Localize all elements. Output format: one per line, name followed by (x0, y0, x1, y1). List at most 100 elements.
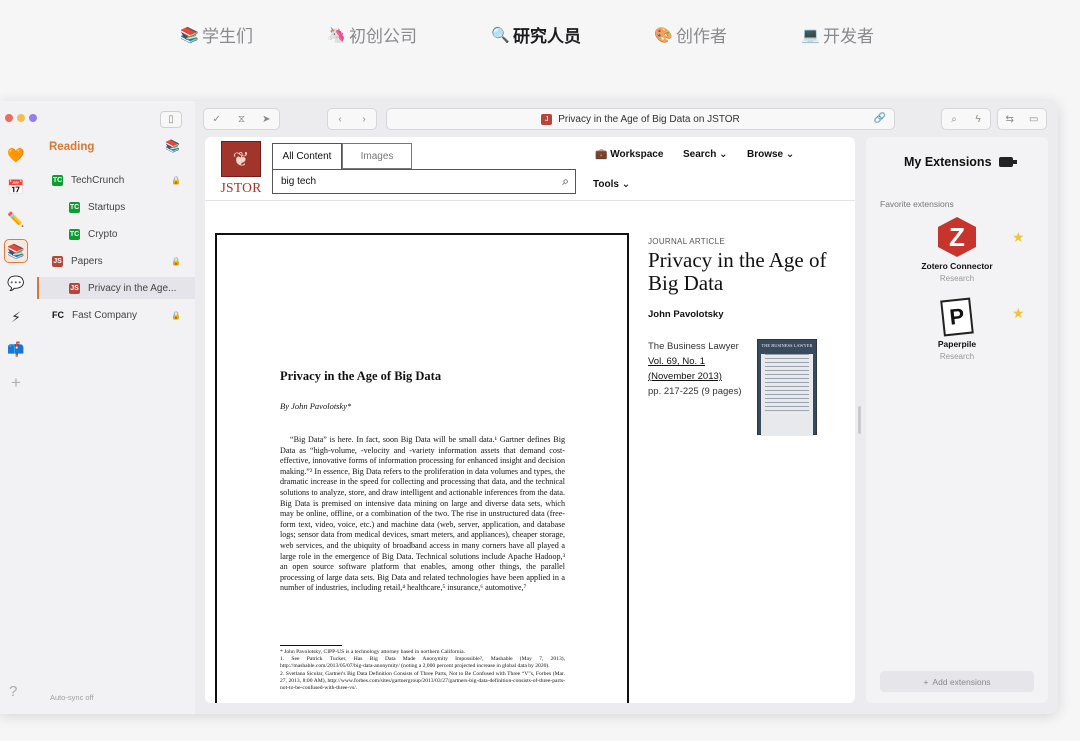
chevron-down-icon: ⌄ (621, 179, 631, 190)
tab-row-fast-company[interactable]: FC Fast Company 🔒 (37, 304, 195, 326)
bolt-icon[interactable]: ⚡ (4, 305, 28, 329)
books-icon: 📚 (165, 139, 180, 153)
techcrunch-favicon-icon: TC (52, 174, 63, 186)
footnote: 1. See Patrick Tucker, Has Big Data Made… (280, 656, 565, 670)
palette-icon: 🎨 (654, 26, 673, 44)
sidebar-toggle-icon[interactable]: ▯ (160, 111, 182, 128)
workspace-menu[interactable]: 💼 Workspace (595, 149, 663, 160)
pencil-icon[interactable]: ✏️ (4, 207, 28, 231)
heart-icon[interactable]: 🧡 (4, 143, 28, 167)
close-window-button[interactable] (5, 114, 13, 122)
nav-item-students[interactable]: 📚 学生们 (180, 22, 253, 47)
journal-cover[interactable]: THE BUSINESS LAWYER (757, 339, 817, 436)
tab-row-label: Privacy in the Age... (88, 282, 177, 294)
tab-row-techcrunch[interactable]: TC TechCrunch 🔒 (37, 169, 195, 191)
panel-resize-handle[interactable] (858, 406, 861, 434)
tab-row-papers[interactable]: JS Papers 🔒 (37, 250, 195, 272)
extension-paperpile[interactable]: P Paperpile Research (907, 297, 1007, 361)
bolt-icon[interactable]: ϟ (975, 114, 980, 125)
cover-title: THE BUSINESS LAWYER (761, 343, 813, 348)
paper-title: Privacy in the Age of Big Data (280, 369, 442, 383)
search-value: big tech (281, 176, 317, 187)
tab-row-startups[interactable]: TC Startups (37, 196, 195, 218)
books-icon[interactable]: 📚 (4, 239, 28, 263)
tab-all-content[interactable]: All Content (272, 143, 342, 169)
search-input[interactable]: big tech ⌕ (272, 169, 576, 194)
tab-row-label: Startups (88, 201, 126, 213)
magnifier-icon: 🔍 (491, 26, 510, 44)
sidebar: ▯ 🧡 📅 ✏️ 📚 💬 ⚡ 📫 + ? Reading 📚 TC TechCr… (0, 101, 195, 714)
search-icon[interactable]: ⌕ (951, 114, 957, 125)
extension-category: Research (939, 352, 975, 361)
autosync-status[interactable]: Auto-sync off (50, 693, 94, 702)
mailbox-icon[interactable]: 📫 (4, 337, 28, 361)
volume-link[interactable]: Vol. 69, No. 1 (648, 354, 748, 369)
techcrunch-favicon-icon: TC (69, 228, 80, 240)
plus-icon[interactable]: + (4, 371, 28, 395)
calendar-icon[interactable]: 📅 (4, 175, 28, 199)
panel-icon[interactable]: ▭ (1029, 114, 1038, 125)
star-icon[interactable]: ★ (1012, 229, 1025, 246)
nav-item-researchers[interactable]: 🔍 研究人员 (491, 22, 581, 47)
tab-row-label: TechCrunch (71, 174, 125, 186)
chevron-down-icon: ⌄ (719, 149, 728, 160)
fast-company-favicon-icon: FC (52, 310, 64, 320)
link-icon[interactable]: 🔗 (874, 113, 886, 124)
nav-item-startups[interactable]: 🦄 初创公司 (327, 22, 417, 47)
jstor-wordmark: JSTOR (220, 180, 262, 195)
journal-name[interactable]: The Business Lawyer (648, 339, 748, 354)
search-menu[interactable]: Search ⌄ (683, 149, 728, 160)
article-title: Privacy in the Age of Big Data (648, 248, 827, 295)
add-extensions-button[interactable]: + Add extensions (880, 671, 1034, 692)
tab-row-label: Fast Company (72, 309, 138, 321)
tools-menu[interactable]: Tools ⌄ (593, 179, 630, 190)
browse-menu[interactable]: Browse ⌄ (747, 149, 794, 160)
tab-row-label: Crypto (88, 228, 118, 240)
jstor-logo[interactable]: ❦ JSTOR (219, 141, 263, 197)
back-icon[interactable]: ‹ (338, 114, 341, 125)
tune-icon[interactable]: ⧖ (238, 114, 245, 125)
minimize-window-button[interactable] (17, 114, 25, 122)
extension-name: Paperpile (937, 339, 977, 349)
view-tools: ⇆ ▭ (997, 108, 1047, 130)
article-metadata: JOURNAL ARTICLE Privacy in the Age of Bi… (648, 237, 848, 436)
add-extensions-label: Add extensions (932, 676, 991, 687)
nav-item-label: 初创公司 (349, 27, 417, 46)
forward-icon[interactable]: › (362, 114, 365, 125)
send-icon[interactable]: ➤ (262, 114, 270, 125)
check-icon[interactable]: ✓ (213, 114, 221, 125)
star-icon[interactable]: ★ (1012, 305, 1025, 322)
swap-icon[interactable]: ⇆ (1006, 114, 1014, 125)
lock-icon: 🔒 (171, 175, 181, 185)
nav-item-label: 研究人员 (513, 27, 581, 46)
chat-icon[interactable]: 💬 (4, 271, 28, 295)
extension-category: Research (939, 274, 975, 283)
history-nav: ‹ › (327, 108, 377, 130)
laptop-icon: 💻 (801, 26, 820, 44)
paperpile-logo-icon: P (940, 297, 974, 337)
browser-toolbar: ✓ ⧖ ➤ ‹ › J Privacy in the Age of Big Da… (195, 101, 1058, 137)
article-author[interactable]: John Pavolotsky (648, 309, 724, 320)
extensions-title-label: My Extensions (904, 155, 992, 169)
zotero-logo-icon: Z (938, 217, 976, 257)
nav-item-creators[interactable]: 🎨 创作者 (654, 22, 727, 47)
address-bar[interactable]: J Privacy in the Age of Big Data on JSTO… (386, 108, 895, 130)
web-content: ❦ JSTOR All Content Images big tech ⌕ 💼 … (205, 137, 855, 703)
tab-row-privacy-paper[interactable]: JS Privacy in the Age... (37, 277, 195, 299)
tab-images[interactable]: Images (342, 143, 412, 169)
briefcase-icon: 💼 (595, 149, 608, 160)
issue-date-link[interactable]: (November 2013) (648, 369, 748, 384)
help-icon[interactable]: ? (9, 683, 17, 700)
zoom-window-button[interactable] (29, 114, 37, 122)
nav-item-developers[interactable]: 💻 开发者 (801, 22, 874, 47)
search-menu-label: Search (683, 149, 717, 160)
pdf-viewer[interactable]: Privacy in the Age of Big Data By John P… (215, 233, 629, 703)
browse-menu-label: Browse (747, 149, 784, 160)
search-icon[interactable]: ⌕ (562, 174, 569, 189)
tab-row-crypto[interactable]: TC Crypto (37, 223, 195, 245)
cover-page (761, 354, 813, 436)
publication-info: The Business Lawyer Vol. 69, No. 1 (Nove… (648, 339, 748, 399)
extensions-title: My Extensions (904, 155, 1017, 169)
unicorn-icon: 🦄 (327, 26, 346, 44)
extension-zotero-connector[interactable]: Z Zotero Connector Research (907, 217, 1007, 283)
